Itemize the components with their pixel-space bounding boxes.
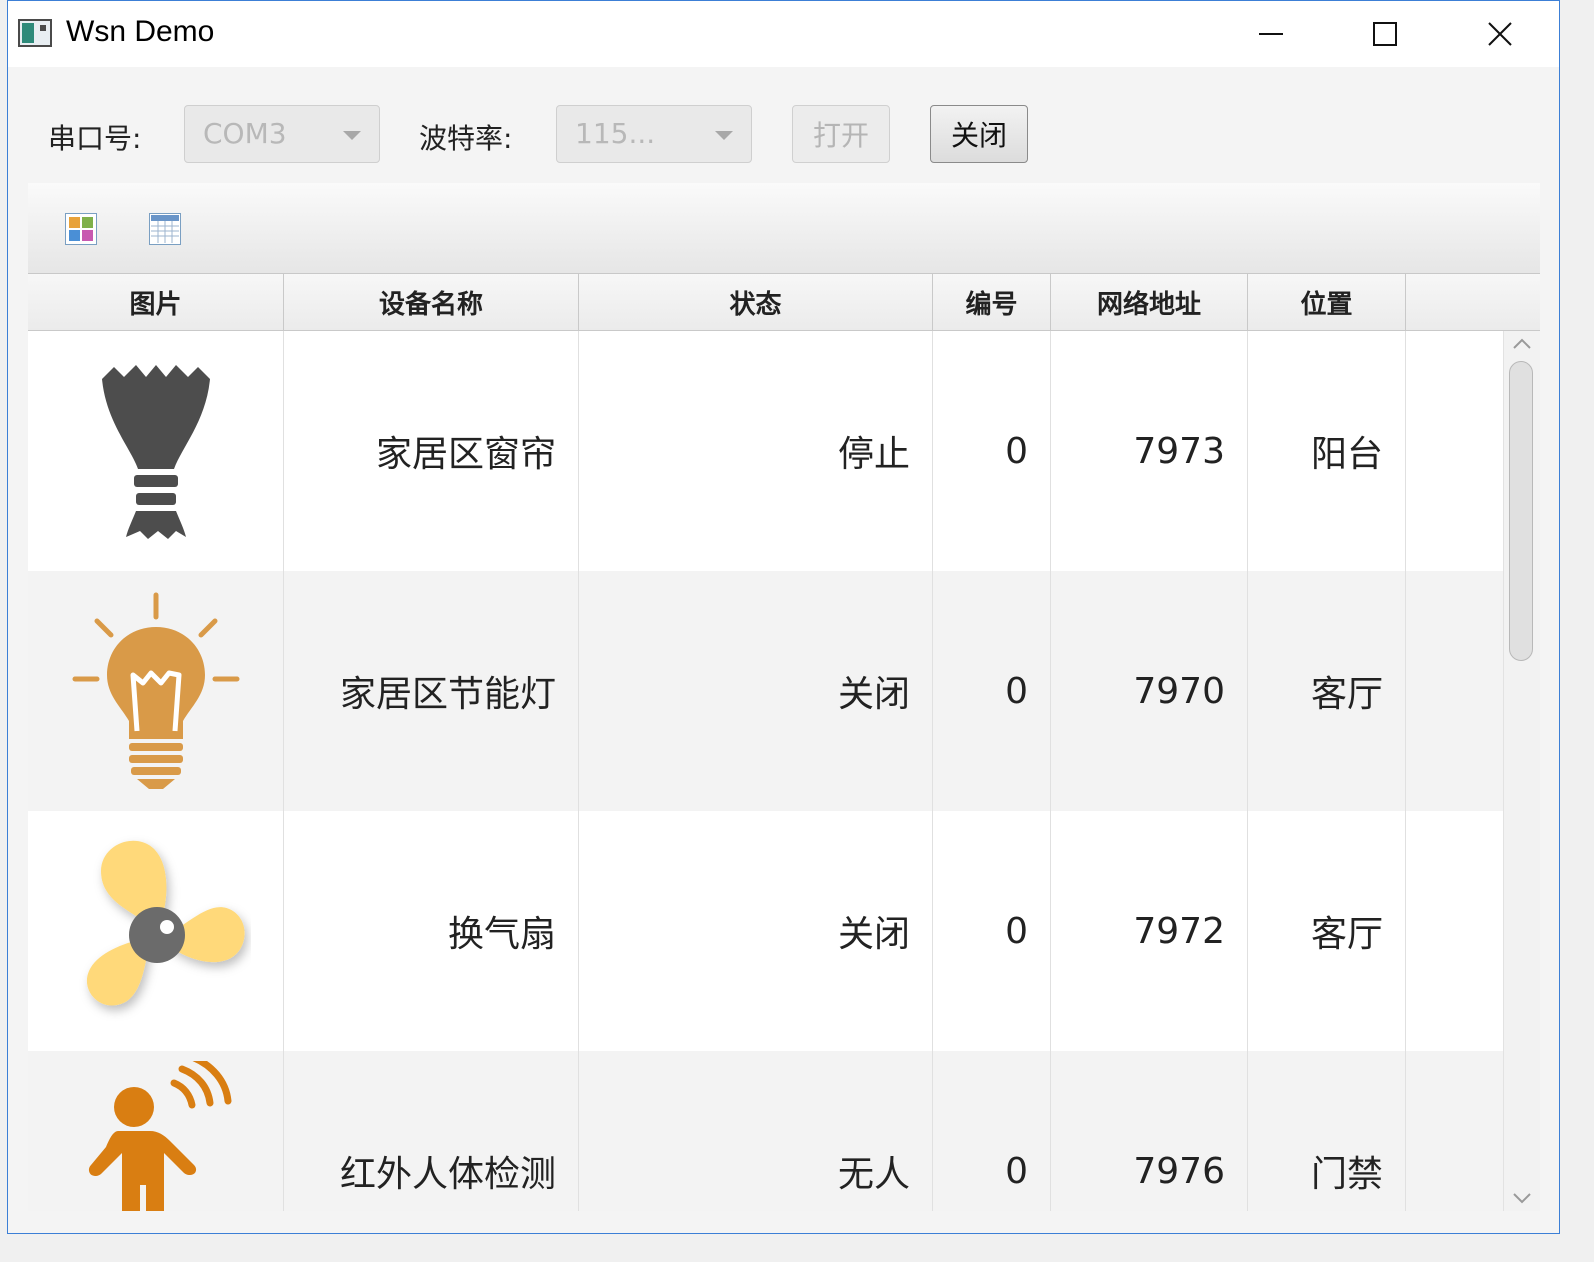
column-header-device-name[interactable]: 设备名称 — [284, 274, 579, 330]
table-row[interactable]: 换气扇 关闭 0 7972 客厅 — [28, 811, 1504, 1051]
cell-device-name: 换气扇 — [284, 811, 579, 1051]
title-bar: Wsn Demo — [8, 1, 1559, 67]
scroll-up-icon[interactable] — [1512, 337, 1532, 351]
cell-status: 关闭 — [579, 811, 933, 1051]
cell-status: 无人 — [579, 1051, 933, 1211]
motion-sensor-icon — [88, 1061, 231, 1211]
window-title: Wsn Demo — [66, 15, 215, 48]
table-view-icon[interactable] — [149, 213, 181, 245]
scrollbar-thumb[interactable] — [1509, 361, 1533, 661]
chevron-down-icon — [343, 131, 361, 140]
table-row[interactable]: 家居区窗帘 停止 0 7973 阳台 — [28, 331, 1504, 571]
minimize-button[interactable] — [1215, 1, 1327, 67]
close-icon — [1488, 22, 1512, 46]
vertical-scrollbar[interactable] — [1503, 331, 1540, 1211]
chevron-down-icon — [715, 131, 733, 140]
cell-location: 客厅 — [1248, 811, 1406, 1051]
minimize-icon — [1259, 33, 1283, 35]
cell-device-name: 家居区节能灯 — [284, 571, 579, 811]
cell-id: 0 — [933, 331, 1051, 571]
baud-select[interactable]: 115... — [556, 105, 752, 163]
close-port-button[interactable]: 关闭 — [930, 105, 1028, 163]
baud-label: 波特率: — [419, 122, 513, 155]
cell-id: 0 — [933, 811, 1051, 1051]
open-button[interactable]: 打开 — [792, 105, 890, 163]
light-bulb-icon — [72, 592, 239, 789]
table-header: 图片 设备名称 状态 编号 网络地址 位置 — [28, 274, 1540, 331]
table-row[interactable]: 红外人体检测 无人 0 7976 门禁 — [28, 1051, 1504, 1211]
cell-location: 阳台 — [1248, 331, 1406, 571]
cell-address: 7970 — [1051, 571, 1248, 811]
column-header-location[interactable]: 位置 — [1248, 274, 1406, 330]
table-row[interactable]: 家居区节能灯 关闭 0 7970 客厅 — [28, 571, 1504, 811]
cell-id: 0 — [933, 571, 1051, 811]
column-header-status[interactable]: 状态 — [579, 274, 933, 330]
column-header-picture[interactable]: 图片 — [28, 274, 284, 330]
maximize-icon — [1373, 22, 1397, 46]
device-table: 图片 设备名称 状态 编号 网络地址 位置 家居区窗帘 停止 0 7973 阳台… — [28, 274, 1540, 1211]
port-label: 串口号: — [48, 122, 142, 155]
cell-status: 停止 — [579, 331, 933, 571]
close-window-button[interactable] — [1444, 1, 1556, 67]
cell-id: 0 — [933, 1051, 1051, 1211]
maximize-button[interactable] — [1329, 1, 1441, 67]
port-select-value: COM3 — [203, 117, 287, 150]
cell-device-name: 家居区窗帘 — [284, 331, 579, 571]
cell-status: 关闭 — [579, 571, 933, 811]
cell-location: 客厅 — [1248, 571, 1406, 811]
scroll-down-icon[interactable] — [1512, 1191, 1532, 1205]
fan-icon — [86, 840, 245, 1006]
app-window: Wsn Demo 串口号: COM3 波特率: 115... 打开 关闭 图片 … — [7, 0, 1560, 1234]
app-icon — [18, 19, 52, 47]
curtain-icon — [101, 365, 210, 539]
table-body: 家居区窗帘 停止 0 7973 阳台 家居区节能灯 关闭 0 7970 客厅 换… — [28, 331, 1504, 1211]
column-header-id[interactable]: 编号 — [933, 274, 1051, 330]
cell-address: 7972 — [1051, 811, 1248, 1051]
tile-view-icon[interactable] — [65, 213, 97, 245]
cell-device-name: 红外人体检测 — [284, 1051, 579, 1211]
column-header-address[interactable]: 网络地址 — [1051, 274, 1248, 330]
cell-location: 门禁 — [1248, 1051, 1406, 1211]
view-toolbar — [28, 183, 1540, 274]
baud-select-value: 115... — [575, 117, 656, 150]
port-select[interactable]: COM3 — [184, 105, 380, 163]
cell-address: 7976 — [1051, 1051, 1248, 1211]
cell-address: 7973 — [1051, 331, 1248, 571]
